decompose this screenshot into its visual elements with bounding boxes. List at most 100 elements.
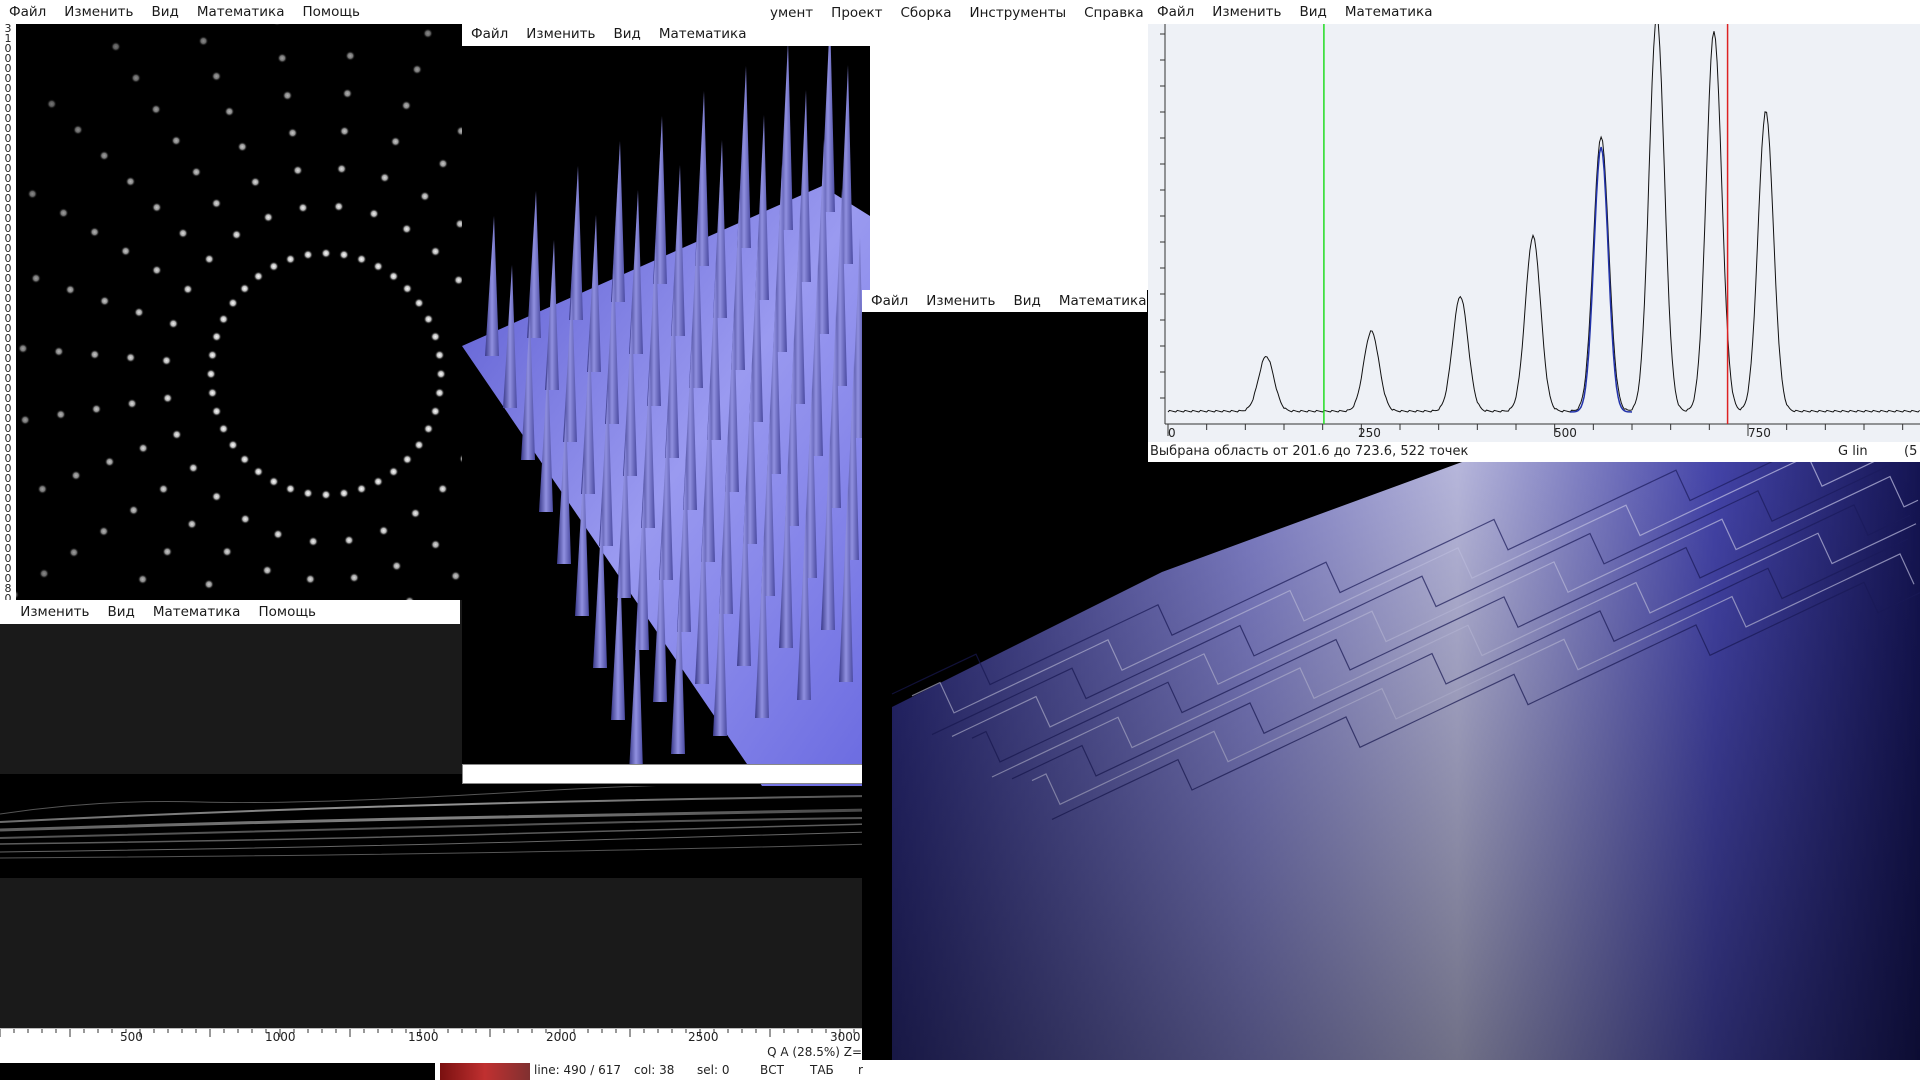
- spot: [239, 283, 250, 294]
- spot: [297, 202, 308, 213]
- rings-menu-help[interactable]: Помощь: [249, 604, 325, 620]
- spot: [231, 229, 242, 240]
- spot: [138, 443, 149, 454]
- rings-tick-label-1000: 1000: [265, 1030, 296, 1044]
- spot: [161, 355, 172, 366]
- spots-menu-help[interactable]: Помощь: [293, 4, 369, 20]
- spikes-menu-view[interactable]: Вид: [604, 26, 649, 42]
- graph-menubar: Файл Изменить Вид Математика: [1148, 0, 1920, 24]
- spot: [285, 483, 296, 494]
- ide-menu-help[interactable]: Справка: [1075, 5, 1152, 21]
- spot: [268, 476, 279, 487]
- spot: [321, 248, 331, 259]
- spot: [227, 439, 238, 450]
- ide-menu-project[interactable]: Проект: [822, 5, 891, 21]
- spot: [207, 387, 218, 398]
- spot: [333, 201, 344, 212]
- terrain-menu-view[interactable]: Вид: [1004, 293, 1049, 309]
- spikes-menu-file[interactable]: Файл: [462, 26, 517, 42]
- ide-menu-tools[interactable]: Инструменты: [961, 5, 1076, 21]
- terrain-menu-file[interactable]: Файл: [862, 293, 917, 309]
- spot: [356, 254, 367, 265]
- spot: [250, 177, 261, 188]
- graph-statusbar: Выбрана область от 201.6 до 723.6, 522 т…: [1148, 442, 1920, 462]
- spot: [178, 228, 189, 239]
- spot: [450, 570, 461, 581]
- ide-menu-build[interactable]: Сборка: [891, 5, 960, 21]
- spot: [211, 71, 222, 82]
- spot: [388, 466, 399, 477]
- spot: [203, 579, 214, 590]
- terrain-menubar: Файл Изменить Вид Математика: [862, 290, 1147, 312]
- rings-menu-edit[interactable]: Изменить: [12, 604, 98, 620]
- spot: [151, 265, 162, 276]
- ide-menu-document[interactable]: умент: [760, 5, 822, 21]
- spot: [99, 295, 110, 306]
- graph-signal: [1167, 15, 1920, 413]
- terrain-menu-edit[interactable]: Изменить: [917, 293, 1004, 309]
- spot: [110, 41, 121, 52]
- spot: [168, 318, 179, 329]
- spot: [414, 298, 425, 309]
- spot: [430, 246, 441, 257]
- spot: [453, 275, 462, 286]
- spot: [16, 590, 20, 600]
- status-extra: r: [858, 1063, 863, 1077]
- graph-tick-750: 750: [1748, 426, 1771, 440]
- spot: [162, 393, 173, 404]
- spot: [130, 72, 141, 83]
- rings-pattern: [0, 774, 870, 859]
- rings-menu-view[interactable]: Вид: [98, 604, 143, 620]
- rings-menu-math[interactable]: Математика: [144, 604, 250, 620]
- spot: [171, 135, 182, 146]
- spot: [414, 439, 425, 450]
- spike: [611, 141, 625, 302]
- graph-menu-file[interactable]: Файл: [1148, 4, 1203, 20]
- editor-thumbnail: [440, 1063, 530, 1080]
- spots-menu-view[interactable]: Вид: [142, 4, 187, 20]
- graph-menu-view[interactable]: Вид: [1290, 4, 1335, 20]
- spot: [305, 574, 316, 585]
- spot: [378, 525, 389, 536]
- graph-tick-250: 250: [1358, 426, 1381, 440]
- spots-menu-math[interactable]: Математика: [188, 4, 294, 20]
- spikes-menu-math[interactable]: Математика: [650, 26, 756, 42]
- spot: [292, 165, 303, 176]
- graph-window: Файл Изменить Вид Математика 0 250 500 7…: [1148, 0, 1920, 462]
- graph-menu-edit[interactable]: Изменить: [1203, 4, 1290, 20]
- spot: [373, 261, 384, 272]
- spot: [239, 454, 250, 465]
- spikes-input-bar[interactable]: [462, 764, 870, 784]
- spots-menu-edit[interactable]: Изменить: [55, 4, 142, 20]
- spot: [125, 352, 136, 363]
- spot: [37, 484, 48, 495]
- spots-menu-file[interactable]: Файл: [0, 4, 55, 20]
- graph-plot-area[interactable]: 0 250 500 750: [1148, 15, 1920, 442]
- spot: [151, 104, 162, 115]
- graph-menu-math[interactable]: Математика: [1336, 4, 1442, 20]
- spot: [151, 202, 162, 213]
- spot: [401, 100, 412, 111]
- spot: [253, 466, 264, 477]
- status-line: line: 490 / 617: [534, 1063, 621, 1077]
- graph-scale-mode[interactable]: G lin: [1838, 444, 1868, 459]
- spikes-menubar: Файл Изменить Вид Математика: [462, 22, 870, 46]
- rings-tick-label-2000: 2000: [546, 1030, 577, 1044]
- spot: [423, 423, 434, 434]
- status-sel: sel: 0: [697, 1063, 730, 1077]
- rings-zoom-text: Q A (28.5%) Z=: [767, 1045, 862, 1059]
- spot: [182, 284, 193, 295]
- terrain-menu-math[interactable]: Математика: [1050, 293, 1156, 309]
- rings-menu-file[interactable]: a: [0, 604, 12, 620]
- spot: [390, 136, 401, 147]
- spot: [412, 64, 423, 75]
- spot: [285, 254, 296, 265]
- spot: [27, 188, 38, 199]
- spikes-menu-edit[interactable]: Изменить: [517, 26, 604, 42]
- spot: [224, 106, 235, 117]
- spot: [158, 484, 169, 495]
- spot: [402, 283, 413, 294]
- spot: [263, 212, 274, 223]
- spot: [287, 127, 298, 138]
- spot: [379, 172, 390, 183]
